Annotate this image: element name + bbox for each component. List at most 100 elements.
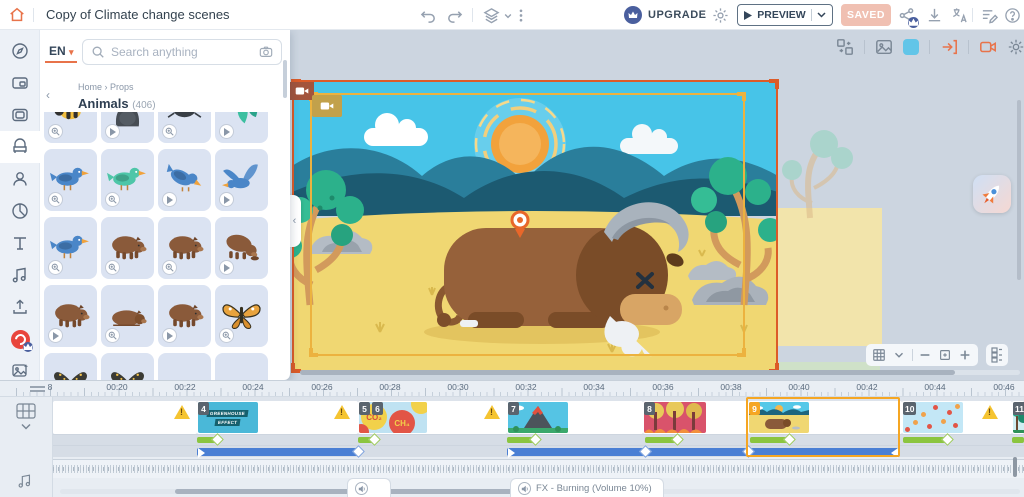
preview-button[interactable]: PREVIEW xyxy=(737,4,833,26)
warning-icon[interactable] xyxy=(484,405,500,419)
settings-gear-icon[interactable] xyxy=(712,7,729,24)
project-title[interactable]: Copy of Climate change scenes xyxy=(46,7,230,22)
panel-scrollbar-thumb[interactable] xyxy=(283,60,287,98)
sidebar-item-characters[interactable] xyxy=(0,163,40,195)
zoom-preview-icon[interactable] xyxy=(162,124,177,139)
camera-icon[interactable] xyxy=(979,38,997,56)
sidebar-item-videos[interactable] xyxy=(0,99,40,131)
timeline-ruler[interactable]: 8 00:20 00:22 00:24 00:26 00:28 00:30 00:32 00:3… xyxy=(0,381,1024,397)
prop-tile-boar[interactable] xyxy=(158,285,211,347)
sidebar-item-props[interactable] xyxy=(0,131,40,163)
play-preview-icon[interactable] xyxy=(219,192,234,207)
warning-icon[interactable] xyxy=(334,405,350,419)
prop-tile-empty[interactable] xyxy=(215,353,268,380)
translate-icon[interactable] xyxy=(950,7,967,24)
background-color-swatch[interactable] xyxy=(903,39,919,55)
timeline-resize-handle[interactable] xyxy=(30,386,45,388)
play-preview-icon[interactable] xyxy=(162,192,177,207)
zoom-preview-icon[interactable] xyxy=(105,328,120,343)
scene-canvas[interactable] xyxy=(292,80,778,372)
prop-tile-boar[interactable] xyxy=(44,285,97,347)
play-preview-icon[interactable] xyxy=(219,260,234,275)
play-preview-icon[interactable] xyxy=(219,124,234,139)
scene-settings-gear-icon[interactable] xyxy=(1007,38,1024,56)
prop-tile-bird[interactable] xyxy=(44,217,97,279)
share-icon[interactable] xyxy=(898,7,919,28)
fit-screen-icon[interactable] xyxy=(938,348,952,362)
play-preview-icon[interactable] xyxy=(48,328,63,343)
zoom-preview-icon[interactable] xyxy=(105,260,120,275)
prop-tile-beetle[interactable] xyxy=(158,112,211,143)
upgrade-button[interactable]: UPGRADE xyxy=(624,5,707,25)
enter-scene-icon[interactable] xyxy=(940,38,958,56)
prop-tile-birdpeck[interactable] xyxy=(158,149,211,211)
prop-tile-gorilla[interactable] xyxy=(101,112,154,143)
play-preview-icon[interactable] xyxy=(162,328,177,343)
zoom-preview-icon[interactable] xyxy=(48,260,63,275)
sidebar-item-upload[interactable] xyxy=(0,291,40,323)
voiceover-marker[interactable] xyxy=(198,448,205,458)
audio-fx-tab[interactable] xyxy=(347,478,391,497)
redo-icon[interactable] xyxy=(446,7,463,24)
breadcrumb-home[interactable]: Home xyxy=(78,82,102,92)
prop-tile-mounds[interactable] xyxy=(158,353,211,380)
canvas-hscrollbar[interactable] xyxy=(300,370,1020,375)
chevron-down-icon[interactable] xyxy=(892,348,906,362)
voiceover-bar[interactable] xyxy=(507,448,899,456)
sidebar-item-apps[interactable] xyxy=(0,323,40,355)
voiceover-marker[interactable] xyxy=(891,448,898,458)
zoom-preview-icon[interactable] xyxy=(105,192,120,207)
breadcrumb-props[interactable]: Props xyxy=(110,82,134,92)
prop-tile-leaf[interactable] xyxy=(215,112,268,143)
zoom-preview-icon[interactable] xyxy=(48,192,63,207)
timeline-vscrollbar-thumb[interactable] xyxy=(1013,457,1017,477)
audio-fx-tab[interactable]: FX - Burning (Volume 10%) xyxy=(510,478,664,497)
help-icon[interactable] xyxy=(1004,7,1021,24)
sidebar-item-explore[interactable] xyxy=(0,35,40,67)
prop-tile-birdfly[interactable] xyxy=(215,149,268,211)
zoom-preview-icon[interactable] xyxy=(48,124,63,139)
warning-icon[interactable] xyxy=(174,405,190,419)
chevron-down-icon[interactable] xyxy=(502,7,514,24)
saved-button[interactable]: SAVED xyxy=(841,4,891,26)
layers-icon[interactable] xyxy=(483,7,500,24)
sidebar-item-projects[interactable] xyxy=(0,67,40,99)
sidebar-item-charts[interactable] xyxy=(0,195,40,227)
sidebar-item-text[interactable] xyxy=(0,227,40,259)
play-preview-icon[interactable] xyxy=(105,124,120,139)
zoom-preview-icon[interactable] xyxy=(219,328,234,343)
zoom-out-icon[interactable] xyxy=(918,348,932,362)
scene-block-9[interactable]: 9 xyxy=(748,401,902,434)
sidebar-item-music[interactable] xyxy=(0,259,40,291)
warning-icon[interactable] xyxy=(982,405,998,419)
camera-2-chip[interactable] xyxy=(312,95,342,117)
prop-tile-boarlie[interactable] xyxy=(101,285,154,347)
storyboard-view-button[interactable] xyxy=(986,344,1008,366)
scene-block-7[interactable]: 7 xyxy=(507,401,643,434)
scenes-filmstrip-icon[interactable] xyxy=(16,403,36,419)
prop-tile-boareat[interactable] xyxy=(215,217,268,279)
prop-tile-boar[interactable] xyxy=(158,217,211,279)
camera-1-chip[interactable] xyxy=(290,82,314,100)
visual-search-camera-icon[interactable] xyxy=(259,45,273,59)
zoom-in-icon[interactable] xyxy=(958,348,972,362)
prop-tile-bee[interactable] xyxy=(44,112,97,143)
prop-tile-bird[interactable] xyxy=(44,149,97,211)
prop-tile-butterflydark[interactable] xyxy=(101,353,154,380)
home-icon[interactable] xyxy=(8,6,26,24)
scene-block-8[interactable]: 8 xyxy=(643,401,748,434)
undo-icon[interactable] xyxy=(420,7,437,24)
voiceover-marker[interactable] xyxy=(508,448,515,458)
canvas-vscrollbar-thumb[interactable] xyxy=(1017,100,1021,280)
download-icon[interactable] xyxy=(926,7,943,24)
voiceover-bar[interactable] xyxy=(197,448,359,456)
swap-scene-icon[interactable] xyxy=(836,38,854,56)
prop-tile-boar[interactable] xyxy=(101,217,154,279)
music-track-icon[interactable] xyxy=(17,473,33,489)
prop-tile-bird[interactable] xyxy=(101,149,154,211)
scene-block-11[interactable]: 11 xyxy=(1012,401,1024,434)
background-image-icon[interactable] xyxy=(875,38,893,56)
zoom-preview-icon[interactable] xyxy=(162,260,177,275)
scene-ground-faded[interactable] xyxy=(778,208,882,346)
kebab-menu-icon[interactable] xyxy=(516,7,526,24)
